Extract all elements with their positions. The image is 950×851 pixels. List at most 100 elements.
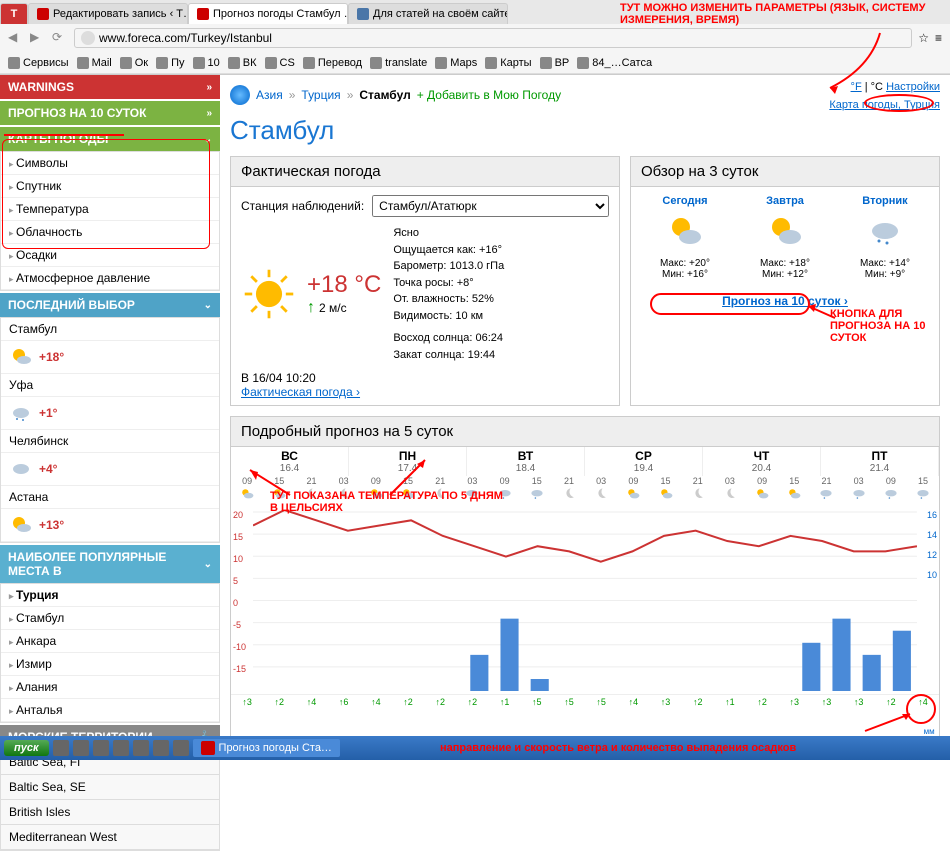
bm-icon xyxy=(485,57,497,69)
quicklaunch-icon[interactable] xyxy=(73,740,89,756)
recent-city[interactable]: +1° xyxy=(1,397,219,430)
obs-link[interactable]: Фактическая погода › xyxy=(241,385,360,399)
bookmark-item[interactable]: ВК xyxy=(228,57,257,69)
sidebar-10day[interactable]: ПРОГНОЗ НА 10 СУТОК» xyxy=(0,101,220,125)
bookmark-item[interactable]: Перевод xyxy=(303,57,362,69)
current-weather-panel: Фактическая погода Станция наблюдений: С… xyxy=(230,156,620,406)
bm-icon xyxy=(577,57,589,69)
bookmark-item[interactable]: translate xyxy=(370,57,427,69)
recent-city[interactable]: Стамбул xyxy=(1,318,219,341)
recent-city[interactable]: Уфа xyxy=(1,374,219,397)
tab-title: Прогноз погоды Стамбул … xyxy=(213,8,348,20)
chevron-down-icon: ⌄ xyxy=(204,300,212,311)
settings-link[interactable]: Настройки xyxy=(886,81,940,93)
sidebar-item-city[interactable]: Стамбул xyxy=(1,607,219,630)
quicklaunch-icon[interactable] xyxy=(113,740,129,756)
favicon-icon xyxy=(197,8,209,20)
wind-speed: 2 м/с xyxy=(319,301,347,315)
overview-day[interactable]: Сегодня Макс: +20°Мин: +16° xyxy=(660,195,710,280)
marine-area[interactable]: Baltic Sea, SE xyxy=(1,775,219,800)
quicklaunch-icon[interactable] xyxy=(53,740,69,756)
wind-arrow-icon: ↑ xyxy=(307,299,315,317)
bm-icon xyxy=(265,57,277,69)
unit-c: °C xyxy=(871,81,883,93)
detail-heading: Подробный прогноз на 5 суток xyxy=(230,416,940,447)
start-button[interactable]: пуск xyxy=(4,740,49,756)
bookmark-item[interactable]: CS xyxy=(265,57,295,69)
weather-icon xyxy=(865,211,905,251)
recent-city[interactable]: Астана xyxy=(1,486,219,509)
overview-day[interactable]: Завтра Макс: +18°Мин: +12° xyxy=(760,195,810,280)
sidebar-warnings[interactable]: WARNINGS» xyxy=(0,75,220,99)
forecast-chart: ВС16.4ПН17.4ВТ18.4СР19.4ЧТ20.4ПТ21.4 091… xyxy=(230,447,940,737)
back-button[interactable]: ◀ xyxy=(8,30,24,46)
recent-city[interactable]: Челябинск xyxy=(1,430,219,453)
globe-icon[interactable] xyxy=(230,85,250,105)
taskbar: пуск Прогноз погоды Ста… xyxy=(0,736,950,760)
bookmark-item[interactable]: Maps xyxy=(435,57,477,69)
weather-icon xyxy=(9,401,33,425)
weather-icon xyxy=(9,513,33,537)
breadcrumb-turkey[interactable]: Турция xyxy=(301,88,340,102)
sidebar-country[interactable]: Турция xyxy=(1,584,219,607)
bookmark-item[interactable]: 84_…Сатса xyxy=(577,57,652,69)
marine-area[interactable]: Mediterranean West xyxy=(1,825,219,850)
recent-city[interactable]: +18° xyxy=(1,341,219,374)
favicon-icon xyxy=(357,8,369,20)
recent-city[interactable]: +4° xyxy=(1,453,219,486)
sidebar-item-pressure[interactable]: Атмосферное давление xyxy=(1,267,219,290)
bookmark-item[interactable]: Карты xyxy=(485,57,531,69)
add-to-my-weather[interactable]: + Добавить в Мою Погоду xyxy=(417,88,561,102)
quicklaunch-icon[interactable] xyxy=(173,740,189,756)
station-select[interactable]: Стамбул/Ататюрк xyxy=(372,195,609,217)
browser-tab-2[interactable]: Прогноз погоды Стамбул … xyxy=(188,3,348,24)
forecast-10day-link[interactable]: Прогноз на 10 суток › xyxy=(722,294,848,308)
tab-strip: T Редактировать запись ‹ Т… Прогноз пого… xyxy=(0,0,950,24)
breadcrumb-asia[interactable]: Азия xyxy=(256,88,283,102)
bookmark-item[interactable]: BP xyxy=(540,57,570,69)
bookmark-item[interactable]: Ок xyxy=(120,57,148,69)
marine-area[interactable]: British Isles xyxy=(1,800,219,825)
browser-tab-1[interactable]: Редактировать запись ‹ Т… xyxy=(28,3,188,24)
sidebar-recent[interactable]: ПОСЛЕДНИЙ ВЫБОР⌄ xyxy=(0,293,220,317)
taskbar-task[interactable]: Прогноз погоды Ста… xyxy=(193,739,340,757)
address-bar-row: ◀ ▶ ⟳ www.foreca.com/Turkey/Istanbul ☆ ≡ xyxy=(0,24,950,52)
bookmark-star-icon[interactable]: ☆ xyxy=(918,31,929,45)
weather-icon xyxy=(9,457,33,481)
bm-icon xyxy=(228,57,240,69)
sidebar-item-city[interactable]: Анталья xyxy=(1,699,219,722)
forward-button[interactable]: ▶ xyxy=(30,30,46,46)
weather-icon xyxy=(765,211,805,251)
bm-icon xyxy=(370,57,382,69)
sun-icon xyxy=(241,266,297,322)
quicklaunch-icon[interactable] xyxy=(93,740,109,756)
chevron-icon: » xyxy=(206,82,212,93)
bookmark-item[interactable]: 10 xyxy=(193,57,220,69)
sidebar-popular[interactable]: НАИБОЛЕЕ ПОПУЛЯРНЫЕ МЕСТА В⌄ xyxy=(0,545,220,583)
browser-chrome: T Редактировать запись ‹ Т… Прогноз пого… xyxy=(0,0,950,75)
bookmark-item[interactable]: Сервисы xyxy=(8,57,69,69)
recent-city[interactable]: +13° xyxy=(1,509,219,542)
app-tab[interactable]: T xyxy=(0,3,28,24)
map-link[interactable]: Карта погоды, Турция xyxy=(829,99,940,111)
bm-icon xyxy=(193,57,205,69)
unit-f[interactable]: °F xyxy=(851,81,862,93)
quicklaunch-icon[interactable] xyxy=(153,740,169,756)
overview-day[interactable]: Вторник Макс: +14°Мин: +9° xyxy=(860,195,910,280)
sidebar-item-city[interactable]: Алания xyxy=(1,676,219,699)
obs-time: В 16/04 10:20 xyxy=(241,371,316,385)
tab-title: Редактировать запись ‹ Т… xyxy=(53,8,188,20)
current-temp: +18 °C xyxy=(307,271,381,299)
reload-button[interactable]: ⟳ xyxy=(52,30,68,46)
url-input[interactable]: www.foreca.com/Turkey/Istanbul xyxy=(74,28,912,48)
station-label: Станция наблюдений: xyxy=(241,199,364,213)
sidebar-item-city[interactable]: Анкара xyxy=(1,630,219,653)
quicklaunch-icon[interactable] xyxy=(133,740,149,756)
menu-icon[interactable]: ≡ xyxy=(935,31,942,45)
bm-icon xyxy=(435,57,447,69)
browser-tab-3[interactable]: Для статей на своём сайте xyxy=(348,3,508,24)
panel-heading: Обзор на 3 суток xyxy=(631,157,939,187)
sidebar-item-city[interactable]: Измир xyxy=(1,653,219,676)
bookmark-item[interactable]: Пу xyxy=(156,57,184,69)
bookmark-item[interactable]: Mail xyxy=(77,57,112,69)
